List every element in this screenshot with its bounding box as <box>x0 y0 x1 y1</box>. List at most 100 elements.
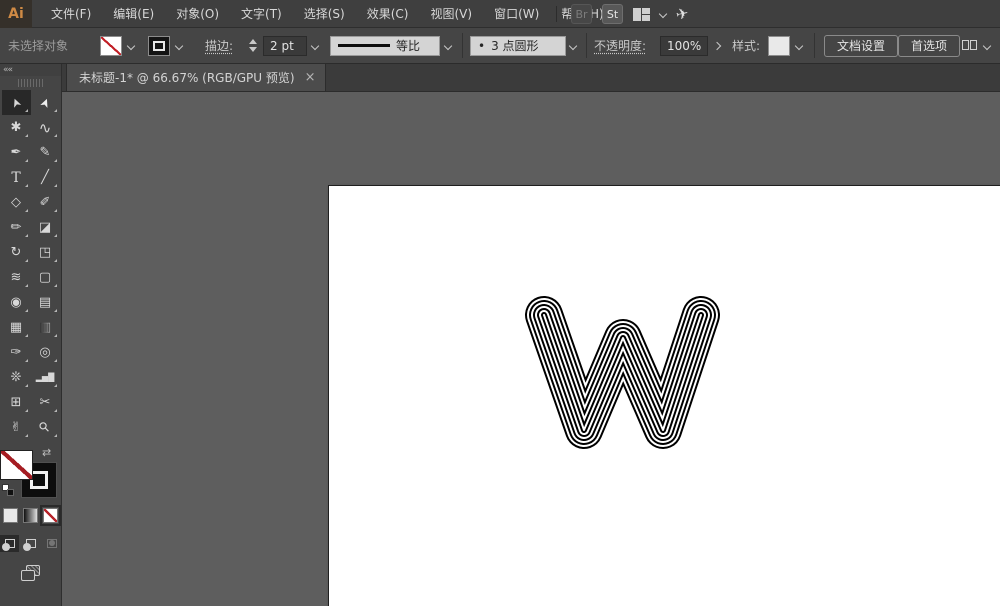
color-button[interactable] <box>3 508 18 523</box>
tool-pencil[interactable]: ✏ <box>2 215 31 240</box>
default-fill-stroke-icon[interactable] <box>2 484 14 496</box>
tool-symbol-sprayer[interactable]: ❊ <box>2 365 31 390</box>
pencil-icon: ✏ <box>10 220 22 235</box>
tool-line-segment[interactable]: ╱ <box>31 165 60 190</box>
tool-magic-wand[interactable]: ✱ <box>2 115 31 140</box>
document-setup-button[interactable]: 文档设置 <box>824 34 899 57</box>
menu-edit[interactable]: 编辑(E) <box>102 0 165 28</box>
menu-file[interactable]: 文件(F) <box>40 0 102 28</box>
tool-slice[interactable]: ✂ <box>31 390 60 415</box>
tool-curvature[interactable]: ✎ <box>31 140 60 165</box>
tool-lasso[interactable]: ∿ <box>31 115 60 140</box>
drawing-modes-row <box>0 535 61 552</box>
menu-select[interactable]: 选择(S) <box>293 0 356 28</box>
gradient-button[interactable] <box>23 508 38 523</box>
stroke-color-control[interactable] <box>148 28 170 63</box>
sync-settings-icon[interactable] <box>962 28 978 63</box>
fill-none-swatch[interactable] <box>100 35 122 56</box>
brush-dropdown[interactable]: • 3 点圆形 <box>470 28 566 63</box>
tool-artboard[interactable]: ⊞ <box>2 390 31 415</box>
illustrator-window: { "app": { "logo_text": "Ai" }, "menubar… <box>0 0 1000 606</box>
arrange-documents-chevron-icon[interactable] <box>658 9 668 19</box>
tool-width[interactable]: ≋ <box>2 265 31 290</box>
letter-w-artwork[interactable] <box>329 186 1000 606</box>
tool-pen[interactable]: ✒ <box>2 140 31 165</box>
menu-object[interactable]: 对象(O) <box>165 0 230 28</box>
tool-eraser[interactable]: ◪ <box>31 215 60 240</box>
document-tab-title: 未标题-1* @ 66.67% (RGB/GPU 预览) <box>79 71 295 85</box>
tool-eyedropper[interactable]: ✑ <box>2 340 31 365</box>
tool-type[interactable]: T <box>2 165 31 190</box>
document-setup-button-wrap: 文档设置 <box>824 28 899 63</box>
fill-chevron-icon[interactable] <box>126 28 136 63</box>
change-screen-mode-button[interactable] <box>20 565 41 581</box>
tools-grid: ➤ ➤ ✱ ∿ ✒ ✎ T ╱ ◇ ✐ ✏ ◪ ↻ ◳ ≋ ▢ ◉ ▤ ▦ ▥ ✑ ◎ ❊ ▂▅█ ⊞ ✂ ✌ ⚲ <box>0 90 61 440</box>
stroke-weight-label[interactable]: 描边: <box>205 28 233 63</box>
none-button[interactable] <box>40 505 61 526</box>
paint-type-row <box>0 505 61 526</box>
stroke-black-swatch[interactable] <box>148 35 170 56</box>
tools-panel-collapse[interactable]: «« <box>0 64 61 76</box>
tools-panel-gripper[interactable] <box>0 76 61 90</box>
artboard-icon: ⊞ <box>10 395 22 410</box>
tool-blend[interactable]: ◎ <box>31 340 60 365</box>
draw-inside-button[interactable] <box>42 535 61 552</box>
tool-free-transform[interactable]: ▢ <box>31 265 60 290</box>
opacity-label[interactable]: 不透明度: <box>594 28 646 63</box>
bridge-icon[interactable]: Br <box>571 4 592 24</box>
tool-hand[interactable]: ✌ <box>2 415 31 440</box>
draw-normal-button[interactable] <box>0 535 19 552</box>
menu-view[interactable]: 视图(V) <box>419 0 483 28</box>
fill-indicator-swatch[interactable] <box>0 450 33 480</box>
document-tab[interactable]: 未标题-1* @ 66.67% (RGB/GPU 预览) × <box>66 63 327 91</box>
tool-rotate[interactable]: ↻ <box>2 240 31 265</box>
style-swatch[interactable] <box>768 28 790 63</box>
tool-direct-selection[interactable]: ➤ <box>31 90 60 115</box>
stroke-profile-chevron-icon[interactable] <box>443 28 453 63</box>
zoom-icon: ⚲ <box>36 418 54 437</box>
stroke-chevron-icon[interactable] <box>174 28 184 63</box>
opacity-expand-icon[interactable] <box>712 28 722 63</box>
stock-icon[interactable]: St <box>602 4 623 24</box>
magic-wand-icon: ✱ <box>10 120 22 135</box>
tool-mesh[interactable]: ▦ <box>2 315 31 340</box>
blend-icon: ◎ <box>39 345 51 360</box>
tool-paintbrush[interactable]: ✐ <box>31 190 60 215</box>
lasso-icon: ∿ <box>38 118 52 137</box>
brush-chevron-icon[interactable] <box>568 28 578 63</box>
perspective-grid-icon: ▤ <box>38 295 52 310</box>
stroke-weight-field[interactable]: 2 pt <box>263 28 307 63</box>
free-transform-icon: ▢ <box>38 270 52 285</box>
stroke-weight-stepper[interactable] <box>249 28 260 63</box>
menu-window[interactable]: 窗口(W) <box>483 0 550 28</box>
gpu-performance-icon[interactable]: ✈ <box>674 4 690 24</box>
stroke-weight-chevron-icon[interactable] <box>310 28 320 63</box>
style-chevron-icon[interactable] <box>794 28 804 63</box>
tool-column-graph[interactable]: ▂▅█ <box>31 365 60 390</box>
tab-close-icon[interactable]: × <box>305 70 316 85</box>
tool-perspective-grid[interactable]: ▤ <box>31 290 60 315</box>
hand-icon: ✌ <box>10 420 22 435</box>
tool-gradient[interactable]: ▥ <box>31 315 60 340</box>
tool-selection[interactable]: ➤ <box>1 90 31 115</box>
tool-polygon[interactable]: ◇ <box>2 190 31 215</box>
menu-effect[interactable]: 效果(C) <box>356 0 420 28</box>
stroke-weight-value: 2 pt <box>270 38 294 53</box>
tools-panel: «« ➤ ➤ ✱ ∿ ✒ ✎ T ╱ ◇ ✐ ✏ ◪ ↻ ◳ ≋ ▢ ◉ ▤ ▦ ▥ ✑ ◎ ❊ ▂▅█ ⊞ ✂ ✌ ⚲ ⇄ <box>0 64 62 606</box>
tool-shape-builder[interactable]: ◉ <box>2 290 31 315</box>
tool-zoom[interactable]: ⚲ <box>31 415 60 440</box>
control-separator <box>586 33 587 58</box>
menu-type[interactable]: 文字(T) <box>230 0 293 28</box>
app-logo: Ai <box>0 0 32 28</box>
stroke-profile-dropdown[interactable]: 等比 <box>330 28 440 63</box>
artboard[interactable] <box>328 185 1000 606</box>
arrange-documents-icon[interactable] <box>633 7 650 21</box>
sync-settings-chevron-icon[interactable] <box>982 28 992 63</box>
tool-scale[interactable]: ◳ <box>31 240 60 265</box>
preferences-button[interactable]: 首选项 <box>898 34 961 57</box>
fill-color-control[interactable] <box>100 28 122 63</box>
swap-fill-stroke-icon[interactable]: ⇄ <box>42 446 51 459</box>
canvas-pasteboard[interactable] <box>62 92 1000 606</box>
opacity-field[interactable]: 100% <box>660 28 708 63</box>
draw-behind-button[interactable] <box>21 535 40 552</box>
